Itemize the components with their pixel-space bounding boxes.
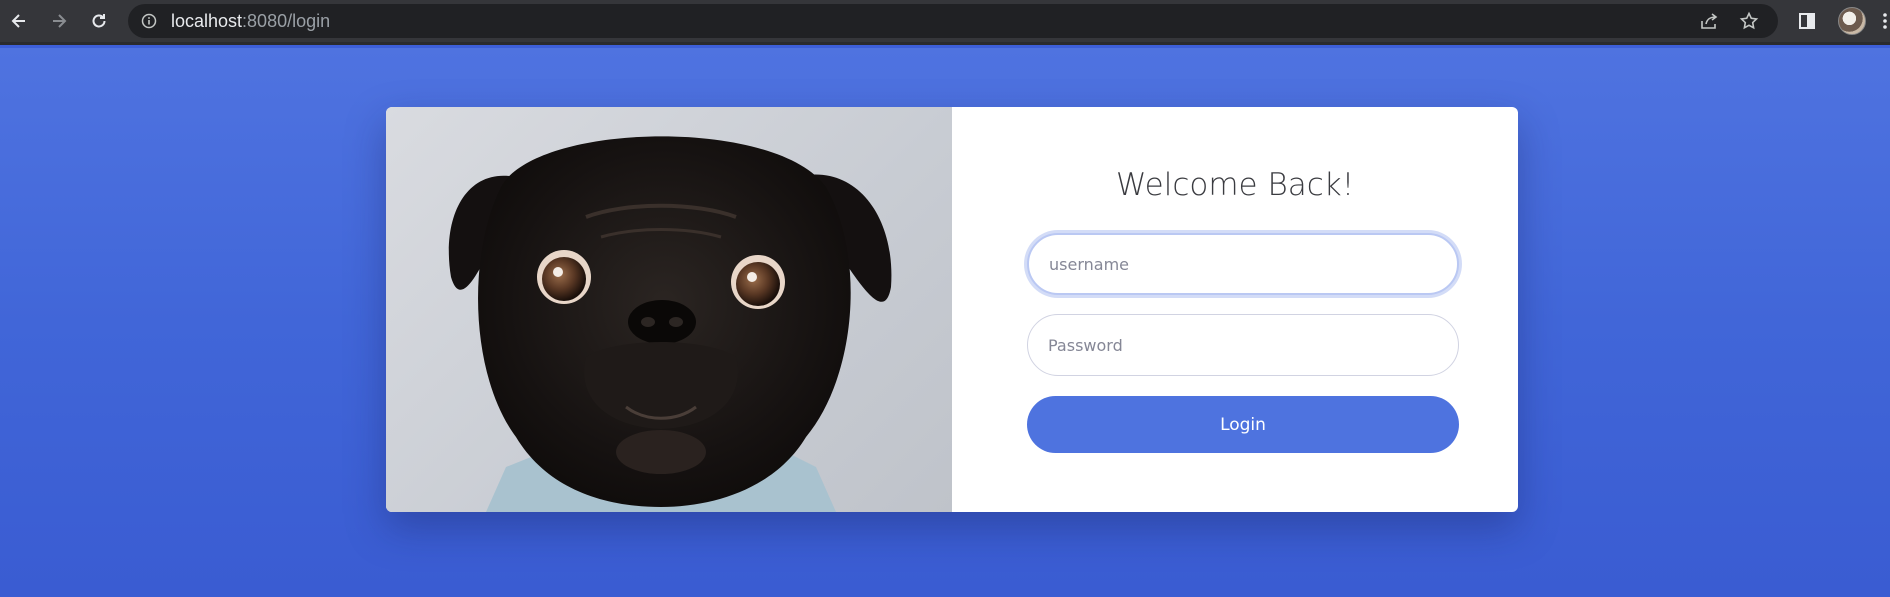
share-button[interactable] [1698, 10, 1720, 32]
pug-image [448, 136, 892, 512]
avatar[interactable] [1838, 7, 1866, 35]
login-form: Welcome Back! Login [952, 107, 1518, 512]
login-card: Welcome Back! Login [386, 107, 1518, 512]
page-background: Welcome Back! Login [0, 48, 1890, 597]
back-button[interactable] [6, 8, 32, 34]
forward-icon [53, 14, 67, 28]
reload-button[interactable] [86, 8, 112, 34]
star-icon [1739, 11, 1759, 30]
url-host: localhost [171, 10, 243, 31]
forward-button[interactable] [46, 8, 72, 34]
back-icon [11, 14, 25, 28]
side-panel-button[interactable] [1796, 10, 1818, 32]
welcome-title: Welcome Back! [1115, 167, 1355, 203]
pug-dog-photo [386, 107, 952, 512]
url-path: :8080/login [242, 10, 331, 31]
username-input[interactable] [1027, 233, 1459, 295]
bookmark-button[interactable] [1738, 10, 1760, 32]
share-icon [1701, 13, 1718, 29]
login-button[interactable]: Login [1027, 396, 1459, 453]
url-text[interactable]: localhost:8080/login [171, 11, 330, 32]
sidebar-icon [1799, 13, 1815, 29]
menu-button[interactable] [1880, 10, 1890, 32]
browser-toolbar: localhost:8080/login [0, 0, 1890, 45]
menu-icon [1883, 13, 1887, 29]
address-bar[interactable]: localhost:8080/login [128, 4, 1778, 38]
info-icon[interactable] [141, 13, 157, 29]
password-input[interactable] [1027, 314, 1459, 376]
reload-icon [92, 14, 106, 28]
